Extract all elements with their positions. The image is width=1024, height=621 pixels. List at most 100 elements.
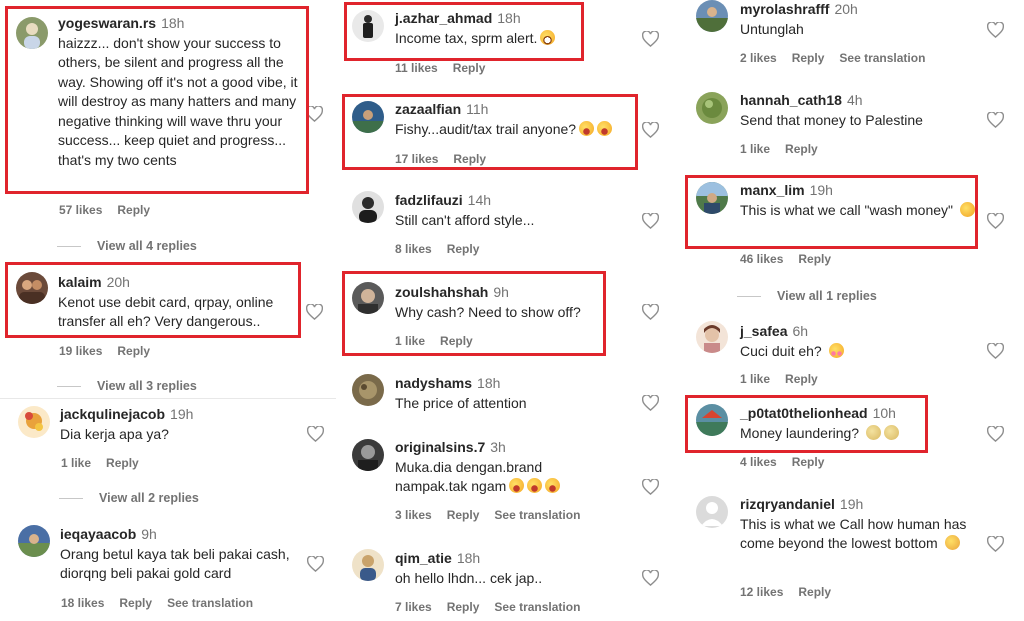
avatar[interactable] <box>696 0 728 32</box>
likes-count[interactable]: 8 likes <box>395 242 432 256</box>
comment-body: Fishy...audit/tax trail anyone? <box>395 120 645 140</box>
heart-outline-icon[interactable] <box>642 122 659 138</box>
comment-body-text: This is what we call "wash money" <box>740 201 954 218</box>
reply-button[interactable]: Reply <box>798 585 831 599</box>
heart-outline-icon[interactable] <box>642 570 659 586</box>
avatar[interactable] <box>18 406 50 438</box>
avatar[interactable] <box>352 10 384 42</box>
heart-outline-icon[interactable] <box>987 426 1004 442</box>
likes-count[interactable]: 17 likes <box>395 152 438 166</box>
heart-outline-icon[interactable] <box>307 556 324 572</box>
comment-body-text: This is what we Call how human has come … <box>740 515 967 552</box>
likes-count[interactable]: 7 likes <box>395 600 432 614</box>
reply-button[interactable]: Reply <box>792 455 825 469</box>
see-translation-button[interactable]: See translation <box>167 596 253 610</box>
username[interactable]: rizqryandaniel <box>740 496 835 512</box>
heart-outline-icon[interactable] <box>987 213 1004 229</box>
avatar[interactable] <box>696 182 728 214</box>
timestamp: 9h <box>493 284 509 300</box>
username[interactable]: hannah_cath18 <box>740 92 842 108</box>
reply-button[interactable]: Reply <box>447 242 480 256</box>
username[interactable]: originalsins.7 <box>395 439 485 455</box>
reply-button[interactable]: Reply <box>453 61 486 75</box>
likes-count[interactable]: 1 like <box>61 456 91 470</box>
reply-button[interactable]: Reply <box>447 508 480 522</box>
likes-count[interactable]: 1 like <box>740 372 770 386</box>
avatar[interactable] <box>352 439 384 471</box>
heart-outline-icon[interactable] <box>987 22 1004 38</box>
reply-button[interactable]: Reply <box>453 152 486 166</box>
see-translation-button[interactable]: See translation <box>494 508 580 522</box>
avatar[interactable] <box>696 404 728 436</box>
reply-button[interactable]: Reply <box>785 372 818 386</box>
heart-outline-icon[interactable] <box>307 426 324 442</box>
heart-outline-icon[interactable] <box>987 343 1004 359</box>
avatar[interactable] <box>352 101 384 133</box>
username[interactable]: yogeswaran.rs <box>58 15 156 31</box>
avatar[interactable] <box>696 321 728 353</box>
view-replies-button[interactable]: View all 2 replies <box>59 491 199 505</box>
reply-button[interactable]: Reply <box>798 252 831 266</box>
likes-count[interactable]: 57 likes <box>59 203 102 217</box>
heart-outline-icon[interactable] <box>642 304 659 320</box>
view-replies-button[interactable]: View all 1 replies <box>737 289 877 303</box>
avatar[interactable] <box>16 272 48 304</box>
heart-outline-icon[interactable] <box>642 213 659 229</box>
reply-button[interactable]: Reply <box>440 334 473 348</box>
likes-count[interactable]: 4 likes <box>740 455 777 469</box>
username[interactable]: jackqulinejacob <box>60 406 165 422</box>
likes-count[interactable]: 19 likes <box>59 344 102 358</box>
heart-outline-icon[interactable] <box>987 112 1004 128</box>
avatar[interactable] <box>696 92 728 124</box>
heart-outline-icon[interactable] <box>642 479 659 495</box>
reply-button[interactable]: Reply <box>117 203 150 217</box>
heart-outline-icon[interactable] <box>642 395 659 411</box>
username[interactable]: _p0tat0thelionhead <box>740 405 868 421</box>
avatar[interactable] <box>352 374 384 406</box>
reply-button[interactable]: Reply <box>119 596 152 610</box>
timestamp: 20h <box>106 274 130 290</box>
comments-column-3: myrolashrafff 20h Untunglah 2 likes Reply S… <box>680 0 1024 621</box>
see-translation-button[interactable]: See translation <box>839 51 925 65</box>
username[interactable]: nadyshams <box>395 375 472 391</box>
heart-outline-icon[interactable] <box>306 106 323 122</box>
comment-meta: 1 like Reply <box>740 372 833 386</box>
username[interactable]: zoulshahshah <box>395 284 488 300</box>
timestamp: 18h <box>161 15 185 31</box>
likes-count[interactable]: 2 likes <box>740 51 777 65</box>
heart-outline-icon[interactable] <box>306 304 323 320</box>
username[interactable]: qim_atie <box>395 550 452 566</box>
likes-count[interactable]: 3 likes <box>395 508 432 522</box>
avatar[interactable] <box>352 191 384 223</box>
reply-button[interactable]: Reply <box>106 456 139 470</box>
likes-count[interactable]: 1 like <box>395 334 425 348</box>
username[interactable]: zazaalfian <box>395 101 461 117</box>
likes-count[interactable]: 12 likes <box>740 585 783 599</box>
username[interactable]: myrolashrafff <box>740 1 829 17</box>
likes-count[interactable]: 18 likes <box>61 596 104 610</box>
username[interactable]: j.azhar_ahmad <box>395 10 492 26</box>
avatar[interactable] <box>352 549 384 581</box>
see-translation-button[interactable]: See translation <box>494 600 580 614</box>
reply-button[interactable]: Reply <box>447 600 480 614</box>
avatar[interactable] <box>18 525 50 557</box>
reply-button[interactable]: Reply <box>785 142 818 156</box>
avatar[interactable] <box>352 282 384 314</box>
username[interactable]: fadzlifauzi <box>395 192 463 208</box>
username[interactable]: kalaim <box>58 274 102 290</box>
avatar[interactable] <box>696 496 728 528</box>
username[interactable]: manx_lim <box>740 182 805 198</box>
view-replies-button[interactable]: View all 3 replies <box>57 379 197 393</box>
username[interactable]: ieqayaacob <box>60 526 136 542</box>
likes-count[interactable]: 1 like <box>740 142 770 156</box>
comment-body: Orang betul kaya tak beli pakai cash, di… <box>60 545 290 582</box>
likes-count[interactable]: 46 likes <box>740 252 783 266</box>
view-replies-button[interactable]: View all 4 replies <box>57 239 197 253</box>
heart-outline-icon[interactable] <box>642 31 659 47</box>
likes-count[interactable]: 11 likes <box>395 61 438 75</box>
reply-button[interactable]: Reply <box>117 344 150 358</box>
heart-outline-icon[interactable] <box>987 536 1004 552</box>
avatar[interactable] <box>16 17 48 49</box>
reply-button[interactable]: Reply <box>792 51 825 65</box>
username[interactable]: j_safea <box>740 323 787 339</box>
